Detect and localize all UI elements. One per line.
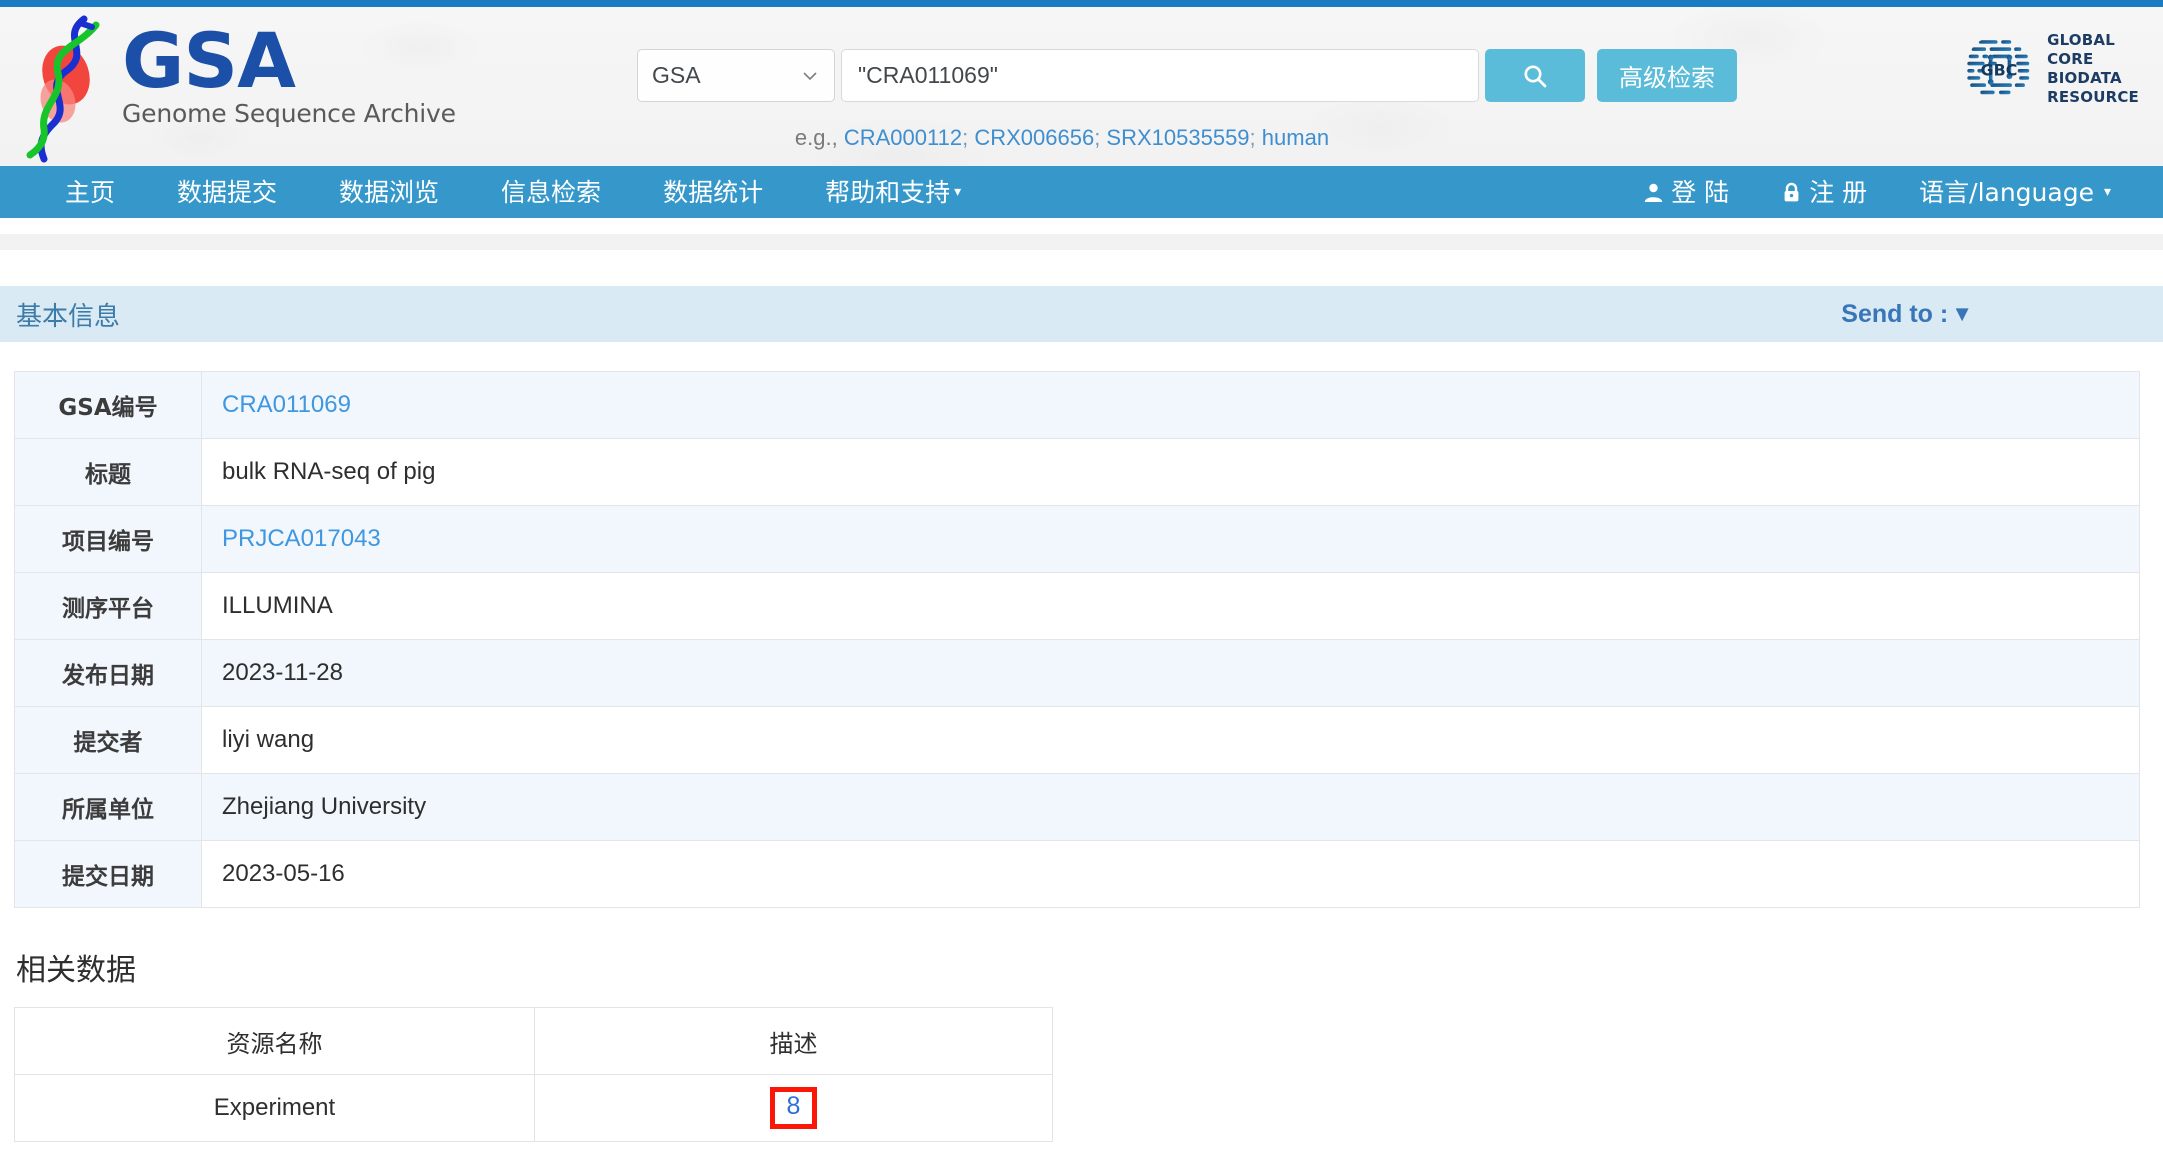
nav-item-label: 数据统计	[663, 177, 764, 207]
lock-icon	[1781, 182, 1802, 203]
top-accent-bar	[0, 0, 2163, 7]
chevron-down-icon: ▾	[2103, 184, 2111, 200]
logo-subtitle: Genome Sequence Archive	[122, 99, 456, 129]
nav-item-label: 登 陆	[1671, 177, 1730, 207]
resource-name-cell: Experiment	[14, 1074, 535, 1142]
search-database-select[interactable]: GSA	[637, 49, 835, 102]
nav-item-register[interactable]: 注 册	[1755, 180, 1893, 205]
table-row: 测序平台 ILLUMINA	[14, 572, 2140, 640]
nav-item-statistics[interactable]: 数据统计	[632, 180, 794, 205]
column-header-resource-name: 资源名称	[14, 1007, 535, 1075]
row-value: liyi wang	[201, 706, 2140, 774]
nav-item-label: 语言/language	[1919, 177, 2094, 207]
experiment-count-link[interactable]: 8	[769, 1087, 818, 1129]
nav-item-label: 数据提交	[177, 177, 278, 207]
table-row: 项目编号 PRJCA017043	[14, 505, 2140, 573]
row-value: bulk RNA-seq of pig	[201, 438, 2140, 506]
spacer	[0, 250, 2163, 286]
svg-text:GBC: GBC	[1981, 60, 2018, 79]
related-data-heading: 相关数据	[16, 953, 136, 988]
row-label: 提交日期	[14, 840, 202, 908]
basic-information-table: GSA编号 CRA011069 标题 bulk RNA-seq of pig 项…	[14, 371, 2140, 908]
example-link-1[interactable]: CRX006656	[974, 125, 1094, 150]
gcbr-line-3: BIODATA	[2047, 68, 2122, 87]
example-link-3[interactable]: human	[1262, 125, 1329, 150]
table-row: 发布日期 2023-11-28	[14, 639, 2140, 707]
table-row: 所属单位 Zhejiang University	[14, 773, 2140, 841]
search-area: GSA 高级检索	[637, 49, 1737, 102]
project-accession-link[interactable]: PRJCA017043	[222, 525, 381, 552]
table-row: GSA编号 CRA011069	[14, 371, 2140, 439]
site-logo[interactable]: GSA Genome Sequence Archive	[22, 13, 462, 163]
send-to-label: Send to :	[1841, 299, 1949, 328]
send-to-dropdown[interactable]: Send to : ▼	[1841, 300, 1973, 329]
gcbr-logo[interactable]: GBC GLOBAL CORE BIODATA RESOURCE	[1963, 31, 2139, 107]
row-value: 2023-11-28	[201, 639, 2140, 707]
search-button[interactable]	[1485, 49, 1585, 102]
basic-information-header: 基本信息 Send to : ▼	[0, 286, 2163, 342]
table-row: 提交者 liyi wang	[14, 706, 2140, 774]
advanced-search-button[interactable]: 高级检索	[1597, 49, 1737, 102]
table-row: 标题 bulk RNA-seq of pig	[14, 438, 2140, 506]
nav-item-label: 帮助和支持	[825, 177, 951, 207]
nav-primary-items: 主页 数据提交 数据浏览 信息检索 数据统计 帮助和支持 ▾	[0, 180, 992, 205]
related-data-table-wrap: 资源名称 描述 Experiment 8	[0, 989, 2163, 1142]
gcbr-line-4: RESOURCE	[2047, 87, 2139, 106]
row-label: 所属单位	[14, 773, 202, 841]
row-value: CRA011069	[201, 371, 2140, 439]
nav-item-label: 注 册	[1809, 177, 1868, 207]
example-link-2[interactable]: SRX10535559	[1106, 125, 1249, 150]
nav-item-label: 数据浏览	[339, 177, 440, 207]
nav-item-login[interactable]: 登 陆	[1617, 180, 1755, 205]
description-cell: 8	[534, 1074, 1053, 1142]
gsa-accession-link[interactable]: CRA011069	[222, 391, 351, 418]
magnifier-icon	[1524, 65, 1547, 87]
row-label: 项目编号	[14, 505, 202, 573]
triangle-down-icon: ▼	[1951, 301, 1973, 326]
row-label: 发布日期	[14, 639, 202, 707]
chevron-down-icon: ▾	[954, 184, 962, 200]
nav-item-language[interactable]: 语言/language ▾	[1893, 180, 2137, 205]
breadcrumb-strip	[0, 234, 2163, 250]
row-value: PRJCA017043	[201, 505, 2140, 573]
user-icon	[1643, 182, 1664, 203]
nav-item-data-browse[interactable]: 数据浏览	[308, 180, 470, 205]
table-row: Experiment 8	[14, 1074, 1053, 1142]
example-link-0[interactable]: CRA000112	[844, 125, 962, 150]
basic-information-table-wrap: GSA编号 CRA011069 标题 bulk RNA-seq of pig 项…	[0, 342, 2163, 908]
table-header-row: 资源名称 描述	[14, 1007, 1053, 1075]
logo-title: GSA	[122, 16, 296, 105]
examples-prefix: e.g.,	[794, 125, 844, 150]
row-label: GSA编号	[14, 371, 202, 439]
search-database-value: GSA	[652, 62, 701, 88]
main-navigation: 主页 数据提交 数据浏览 信息检索 数据统计 帮助和支持 ▾ 登 陆 注 册 语…	[0, 166, 2163, 218]
column-header-description: 描述	[534, 1007, 1053, 1075]
nav-item-home[interactable]: 主页	[34, 180, 146, 205]
row-label: 测序平台	[14, 572, 202, 640]
nav-item-label: 信息检索	[501, 177, 602, 207]
related-data-table: 资源名称 描述 Experiment 8	[14, 1007, 1053, 1142]
table-row: 提交日期 2023-05-16	[14, 840, 2140, 908]
row-value: 2023-05-16	[201, 840, 2140, 908]
nav-item-label: 主页	[65, 177, 116, 207]
nav-item-information-search[interactable]: 信息检索	[470, 180, 632, 205]
gcbr-line-1: GLOBAL	[2047, 31, 2115, 49]
row-label: 提交者	[14, 706, 202, 774]
nav-item-help-support[interactable]: 帮助和支持 ▾	[794, 180, 992, 205]
page-title: 基本信息	[16, 301, 121, 332]
row-label: 标题	[14, 438, 202, 506]
search-input[interactable]	[841, 49, 1479, 102]
dna-helix-icon	[26, 15, 100, 163]
row-value: ILLUMINA	[201, 572, 2140, 640]
row-value: Zhejiang University	[201, 773, 2140, 841]
gcbr-mark-icon: GBC	[1967, 39, 2030, 94]
nav-secondary-items: 登 陆 注 册 语言/language ▾	[1617, 180, 2137, 205]
site-banner: GSA Genome Sequence Archive GSA 高级检索 e.g…	[0, 7, 2163, 166]
search-examples: e.g., CRA000112; CRX006656; SRX10535559;…	[794, 125, 1330, 150]
gcbr-line-2: CORE	[2047, 49, 2094, 68]
gcbr-wordmark: GLOBAL CORE BIODATA RESOURCE	[2047, 31, 2139, 107]
nav-item-data-submission[interactable]: 数据提交	[146, 180, 308, 205]
chevron-down-icon	[803, 71, 817, 80]
